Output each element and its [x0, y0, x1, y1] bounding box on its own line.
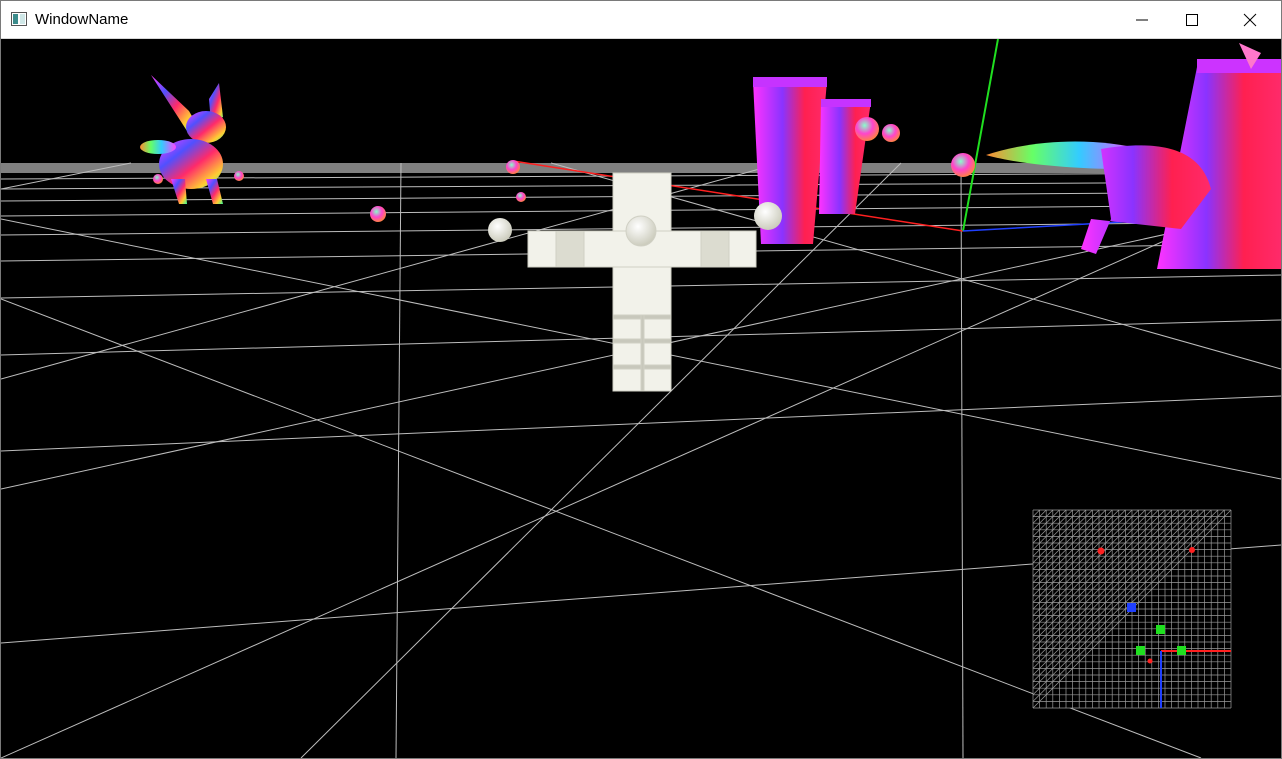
- window-title: WindowName: [35, 11, 129, 28]
- title-bar[interactable]: WindowName: [1, 1, 1281, 39]
- sphere: [370, 206, 386, 222]
- character-model: [527, 172, 757, 392]
- minimize-icon: [1136, 19, 1148, 21]
- minimap-marker: [1156, 625, 1165, 634]
- app-icon: [11, 12, 27, 26]
- minimize-button[interactable]: [1119, 1, 1165, 38]
- maximize-button[interactable]: [1169, 1, 1215, 38]
- 3d-viewport[interactable]: [1, 39, 1281, 758]
- castle-tower-2: [819, 99, 871, 214]
- sphere: [951, 153, 975, 177]
- sphere: [488, 218, 512, 242]
- minimap-marker: [1127, 603, 1136, 612]
- sphere: [855, 117, 879, 141]
- minimap-marker: [1147, 658, 1153, 664]
- maximize-icon: [1186, 14, 1198, 26]
- minimap-marker: [1097, 547, 1105, 555]
- sphere: [506, 160, 520, 174]
- sphere: [882, 124, 900, 142]
- minimap-marker: [1189, 547, 1195, 553]
- y-axis-line: [962, 39, 999, 232]
- close-button[interactable]: [1227, 1, 1273, 38]
- close-icon: [1243, 13, 1257, 27]
- app-window: WindowName: [0, 0, 1282, 759]
- minimap-marker: [1136, 646, 1145, 655]
- sphere: [754, 202, 782, 230]
- bunny-model-left: [140, 75, 244, 204]
- sphere: [516, 192, 526, 202]
- minimap-marker: [1177, 646, 1186, 655]
- minimap: [1032, 509, 1232, 709]
